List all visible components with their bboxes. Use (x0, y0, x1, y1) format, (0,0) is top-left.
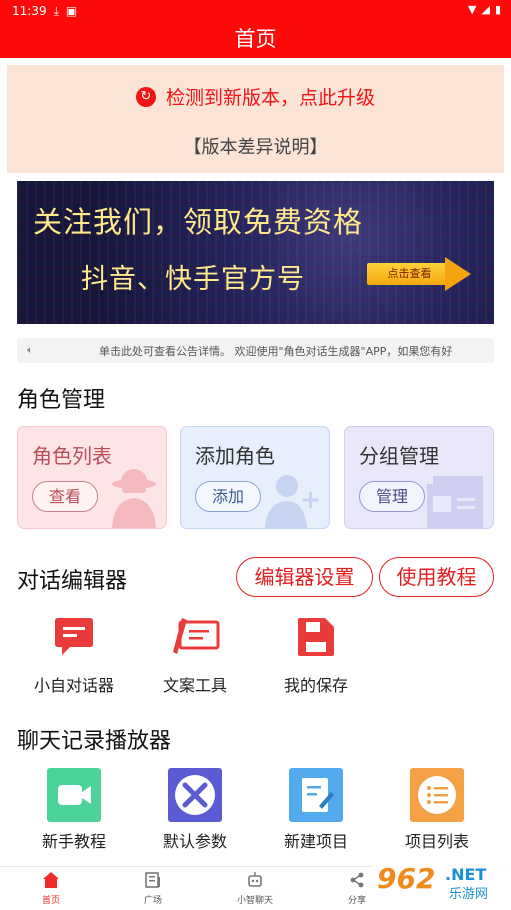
page-title: 首页 (234, 27, 277, 51)
signal-icon: ◢ (481, 3, 490, 16)
watermark-logo: 962 .NET 乐游网 (371, 858, 511, 904)
editor-settings-button[interactable]: 编辑器设置 (236, 557, 373, 597)
editor-section-title: 对话编辑器 (17, 569, 128, 594)
add-button[interactable]: 添加 (195, 481, 261, 512)
news-icon (145, 872, 160, 888)
upgrade-text: 检测到新版本，点此升级 (165, 87, 375, 109)
status-time: 11:39 (12, 4, 47, 18)
tool-label: 文案工具 (162, 676, 227, 695)
nav-home[interactable]: 首页 (11, 871, 91, 906)
tool-label: 小自对话器 (33, 676, 114, 695)
upgrade-link[interactable]: ↻ 检测到新版本，点此升级 (7, 83, 504, 110)
promo-line-1: 关注我们，领取免费资格 (33, 205, 364, 239)
promo-line-2: 抖音、快手官方号 (81, 264, 305, 295)
player-item-label: 项目列表 (404, 832, 469, 851)
update-banner[interactable]: ↻ 检测到新版本，点此升级 【版本差异说明】 (7, 65, 504, 173)
view-button[interactable]: 查看 (32, 481, 98, 512)
download-icon: ⤓ (53, 3, 59, 18)
share-icon (350, 872, 364, 888)
role-list-card[interactable]: 角色列表 查看 (17, 426, 167, 529)
player-item-label: 新建项目 (283, 832, 348, 851)
svg-text:.NET: .NET (445, 865, 486, 884)
notice-text: 单击此处可查看公告详情。 欢迎使用"角色对话生成器"APP，如果您有好 (99, 344, 453, 358)
nav-square[interactable]: 广场 (113, 871, 193, 906)
nav-label: 广场 (143, 896, 162, 906)
tools-icon (168, 768, 222, 822)
notification-icon: ▣ (65, 4, 78, 18)
promo-banner[interactable]: 关注我们，领取免费资格 抖音、快手官方号 点击查看 (17, 181, 494, 324)
svg-text:962: 962 (377, 862, 435, 895)
top-bar: 11:39 ⤓ ▣ ▼ ◢ ▮ 首页 (0, 0, 511, 58)
edit-document-icon (289, 768, 343, 822)
group-manage-card[interactable]: 分组管理 管理 (344, 426, 494, 529)
tool-my-saves[interactable]: 我的保存 (261, 616, 371, 695)
manage-button[interactable]: 管理 (359, 481, 425, 512)
notice-bar[interactable]: 🔈︎ 单击此处可查看公告详情。 欢迎使用"角色对话生成器"APP，如果您有好 (17, 338, 494, 363)
refresh-icon: ↻ (135, 86, 156, 107)
video-camera-icon (47, 768, 101, 822)
player-item-label: 新手教程 (41, 832, 106, 851)
add-user-icon (265, 475, 319, 528)
tool-chat-editor[interactable]: 小自对话器 (19, 616, 129, 695)
player-section-title: 聊天记录播放器 (17, 729, 172, 754)
add-role-card[interactable]: 添加角色 添加 (180, 426, 330, 529)
id-card-icon (427, 476, 483, 528)
svg-text:乐游网: 乐游网 (449, 887, 488, 902)
list-icon (410, 768, 464, 822)
chat-icon (55, 618, 93, 655)
promo-view-button[interactable]: 点击查看 (367, 263, 452, 285)
nav-chat[interactable]: 小智聊天 (215, 871, 295, 906)
player-item-label: 默认参数 (162, 832, 227, 851)
home-icon (43, 872, 59, 888)
save-icon (298, 618, 334, 656)
card-title: 角色列表 (32, 444, 112, 468)
wifi-icon: ▼ (468, 3, 477, 16)
spy-icon (112, 469, 156, 528)
tool-label: 我的保存 (283, 676, 348, 695)
status-icons: ▼ ◢ ▮ (468, 3, 501, 16)
card-title: 添加角色 (195, 444, 275, 468)
nav-label: 首页 (41, 896, 60, 906)
arrow-right-icon (445, 257, 471, 291)
status-bar: 11:39 ⤓ ▣ (12, 2, 77, 20)
speaker-icon: 🔈︎ (27, 345, 33, 356)
nav-label: 小智聊天 (236, 896, 273, 906)
tool-copywriting[interactable]: 文案工具 (140, 616, 250, 695)
pen-document-icon (173, 618, 220, 654)
role-section-title: 角色管理 (17, 388, 106, 413)
version-diff-link[interactable]: 【版本差异说明】 (7, 133, 504, 159)
card-title: 分组管理 (359, 444, 439, 468)
battery-icon: ▮ (494, 3, 501, 16)
tutorial-button[interactable]: 使用教程 (379, 557, 494, 597)
robot-icon (248, 872, 262, 887)
